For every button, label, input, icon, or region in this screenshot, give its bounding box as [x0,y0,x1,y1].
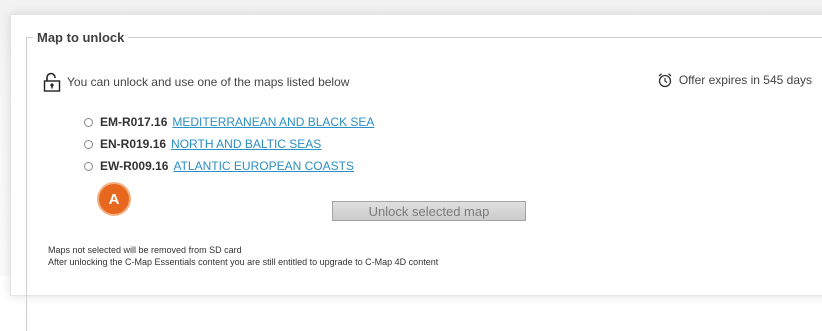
map-options-list: EM-R017.16 MEDITERRANEAN AND BLACK SEA E… [84,111,374,177]
unlock-info-text: You can unlock and use one of the maps l… [67,75,350,89]
unlocked-padlock-icon [43,72,61,92]
map-radio-button[interactable] [84,161,93,171]
unlock-info: You can unlock and use one of the maps l… [43,72,349,92]
map-option[interactable]: EM-R017.16 MEDITERRANEAN AND BLACK SEA [84,111,374,133]
map-radio-button[interactable] [84,117,93,127]
map-code: EW-R009.16 [100,159,169,173]
footnote-upgrade: After unlocking the C-Map Essentials con… [48,257,439,267]
map-radio-button[interactable] [84,139,93,149]
alarm-clock-icon [658,73,672,88]
map-option[interactable]: EN-R019.16 NORTH AND BALTIC SEAS [84,133,374,155]
map-code: EN-R019.16 [100,137,167,151]
map-name-link[interactable]: MEDITERRANEAN AND BLACK SEA [172,115,374,129]
offer-expiry: Offer expires in 545 days [657,72,812,88]
unlock-selected-map-button[interactable]: Unlock selected map [332,201,526,221]
map-code: EM-R017.16 [100,115,168,129]
offer-expiry-text: Offer expires in 545 days [678,73,812,87]
section-title: Map to unlock [37,30,125,45]
footnote-sd-card: Maps not selected will be removed from S… [48,245,242,255]
map-option[interactable]: EW-R009.16 ATLANTIC EUROPEAN COASTS [84,155,374,177]
callout-marker: A [97,182,131,216]
map-name-link[interactable]: NORTH AND BALTIC SEAS [171,137,321,151]
map-name-link[interactable]: ATLANTIC EUROPEAN COASTS [173,159,353,173]
footnotes: Maps not selected will be removed from S… [48,244,438,268]
